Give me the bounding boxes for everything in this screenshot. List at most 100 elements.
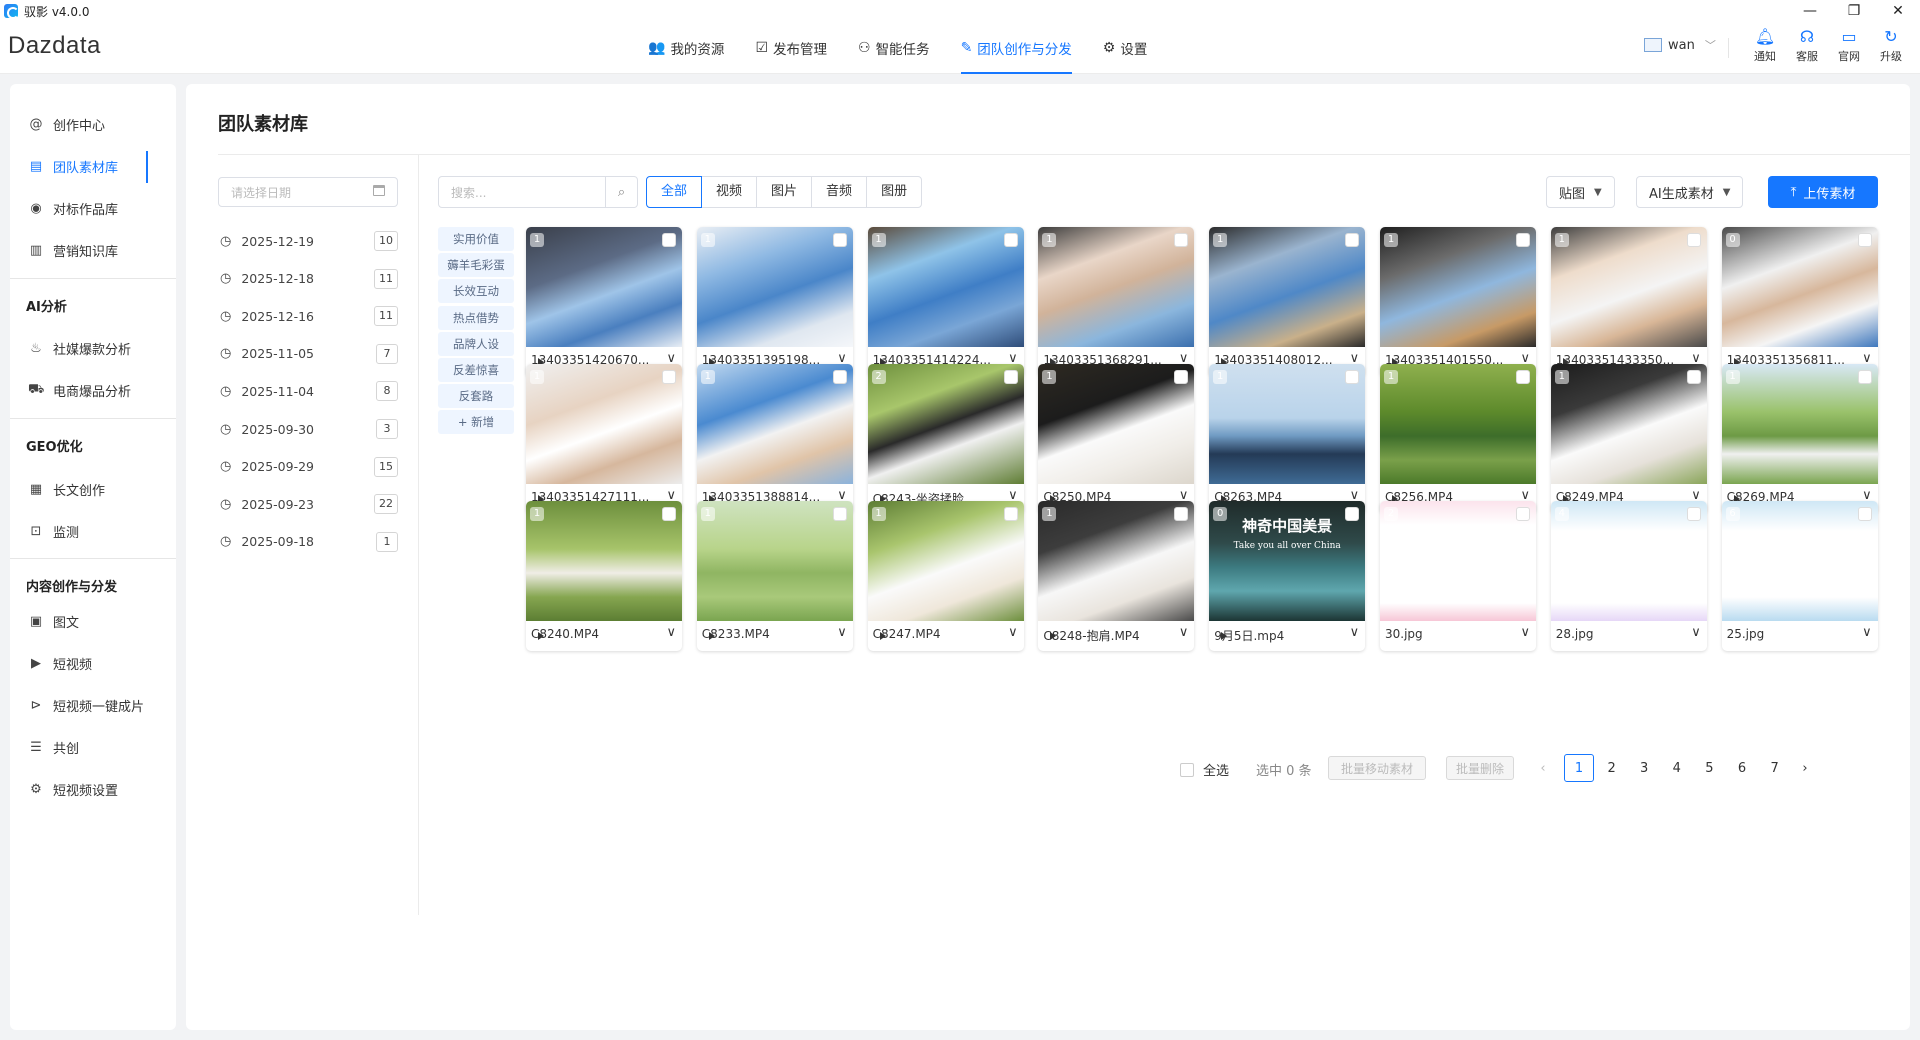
tag-chip[interactable]: 实用价值 <box>438 227 514 251</box>
add-tag-button[interactable]: + 新增 <box>438 410 514 435</box>
card-checkbox[interactable] <box>1686 233 1701 247</box>
tag-chip[interactable]: 薅羊毛彩蛋 <box>438 253 514 278</box>
chevron-down-icon[interactable]: ∨ <box>1862 625 1872 640</box>
sidebar-item-longform[interactable]: ▦ 长文创作 <box>10 472 176 506</box>
sidebar-item-short-video[interactable]: ▶ 短视频 <box>10 646 176 680</box>
card-checkbox[interactable] <box>1857 369 1872 384</box>
chevron-down-icon[interactable]: ∨ <box>1350 625 1360 640</box>
material-card[interactable]: 1 C8249.MP4 ∨ <box>1550 363 1707 514</box>
material-card[interactable]: 1 13403351427111... ∨ <box>526 363 682 514</box>
tag-chip[interactable]: 长效互动 <box>438 279 514 304</box>
page-number[interactable]: 6 <box>1727 754 1757 782</box>
tab-album[interactable]: 图册 <box>866 176 923 208</box>
card-checkbox[interactable] <box>1345 233 1360 247</box>
material-card[interactable]: 1 13403351414224... ∨ <box>867 227 1024 377</box>
sidebar-item-video-auto[interactable]: ⊳ 短视频一键成片 <box>10 688 176 722</box>
material-card[interactable]: 1 C8247.MP4 ∨ <box>867 500 1024 651</box>
card-checkbox[interactable] <box>1686 369 1701 384</box>
card-checkbox[interactable] <box>1857 506 1872 521</box>
sidebar-item-marketing-kb[interactable]: ▥ 营销知识库 <box>10 233 176 267</box>
material-card[interactable]: 1 13403351433350... ∨ <box>1550 227 1707 377</box>
material-card[interactable]: 2 30.jpg ∨ <box>1380 500 1536 651</box>
date-picker[interactable]: 请选择日期 <box>218 177 398 207</box>
batch-delete-button[interactable]: 批量删除 <box>1446 756 1514 780</box>
sidebar-item-image-text[interactable]: ▣ 图文 <box>10 604 176 638</box>
card-checkbox[interactable] <box>832 233 847 247</box>
date-filter-item[interactable]: ◷ 2025-09-30 3 <box>220 417 398 441</box>
tab-audio[interactable]: 音频 <box>811 176 868 208</box>
page-number[interactable]: 5 <box>1694 754 1724 782</box>
select-all-checkbox[interactable]: 全选 <box>1180 760 1229 779</box>
chevron-down-icon[interactable]: ∨ <box>1179 625 1189 640</box>
nav-team-create[interactable]: ✎ 团队创作与分发 <box>960 22 1073 74</box>
sidebar-item-monitor[interactable]: ⊡ 监测 <box>10 514 176 548</box>
card-checkbox[interactable] <box>832 369 847 384</box>
material-card[interactable]: 6 25.jpg ∨ <box>1721 500 1878 651</box>
chevron-down-icon[interactable]: ∨ <box>666 625 676 640</box>
tag-chip[interactable]: 反差惊喜 <box>438 358 514 382</box>
maximize-button[interactable]: ❐ <box>1832 0 1876 22</box>
support-button[interactable]: ☊ 客服 <box>1786 27 1828 64</box>
material-card[interactable]: 1 C8269.MP4 ∨ <box>1721 363 1878 514</box>
card-checkbox[interactable] <box>1345 369 1360 384</box>
date-filter-item[interactable]: ◷ 2025-12-16 11 <box>220 304 398 328</box>
date-filter-item[interactable]: ◷ 2025-11-04 8 <box>220 379 398 403</box>
material-card[interactable]: 1 C8256.MP4 ∨ <box>1380 363 1536 514</box>
upload-button[interactable]: ⤒ 上传素材 <box>1768 176 1878 208</box>
website-button[interactable]: ▭ 官网 <box>1828 27 1870 64</box>
date-filter-item[interactable]: ◷ 2025-09-18 1 <box>220 530 398 554</box>
card-checkbox[interactable] <box>1857 233 1872 247</box>
notify-button[interactable]: 🔔︎ 通知 <box>1744 27 1786 64</box>
page-number[interactable]: 7 <box>1760 754 1790 782</box>
date-filter-item[interactable]: ◷ 2025-09-29 15 <box>220 455 398 479</box>
sticker-dropdown[interactable]: 贴图 ▼ <box>1546 176 1615 208</box>
page-number[interactable]: 1 <box>1564 754 1594 782</box>
search-input[interactable]: 搜索... ⌕ <box>438 176 638 208</box>
card-checkbox[interactable] <box>1516 506 1530 521</box>
search-icon[interactable]: ⌕ <box>605 177 637 207</box>
card-checkbox[interactable] <box>1345 506 1360 521</box>
material-card[interactable]: 1 13403351401550... ∨ <box>1380 227 1536 377</box>
material-card[interactable]: 1 C8248-抱肩.MP4 ∨ <box>1038 500 1195 651</box>
material-card[interactable]: 4 28.jpg ∨ <box>1550 500 1707 651</box>
card-checkbox[interactable] <box>832 506 847 521</box>
sidebar-item-team-library[interactable]: ▤ 团队素材库 <box>10 149 176 183</box>
ai-material-dropdown[interactable]: AI生成素材 ▼ <box>1636 176 1744 208</box>
card-checkbox[interactable] <box>1003 369 1018 384</box>
page-number[interactable]: 2 <box>1597 754 1627 782</box>
sidebar-item-create-center[interactable]: @ 创作中心 <box>10 107 176 141</box>
material-card[interactable]: 1 C8250.MP4 ∨ <box>1038 363 1195 514</box>
chevron-down-icon[interactable]: ∨ <box>1691 625 1701 640</box>
chevron-down-icon[interactable]: ∨ <box>1008 625 1018 640</box>
card-checkbox[interactable] <box>1174 233 1189 247</box>
date-filter-item[interactable]: ◷ 2025-11-05 7 <box>220 342 398 366</box>
card-checkbox[interactable] <box>662 506 676 521</box>
tag-chip[interactable]: 品牌人设 <box>438 331 514 356</box>
tab-video[interactable]: 视频 <box>701 176 758 208</box>
page-number[interactable]: 3 <box>1629 754 1659 782</box>
material-card[interactable]: 1 13403351388814... ∨ <box>696 363 853 514</box>
date-filter-item[interactable]: ◷ 2025-12-19 10 <box>220 229 398 253</box>
sidebar-item-ecom-analysis[interactable]: ⛟ 电商爆品分析 <box>10 373 176 407</box>
card-checkbox[interactable] <box>1174 506 1189 521</box>
date-filter-item[interactable]: ◷ 2025-12-18 11 <box>220 267 398 291</box>
card-checkbox[interactable] <box>662 369 676 384</box>
tag-chip[interactable]: 反套路 <box>438 384 514 409</box>
card-checkbox[interactable] <box>1174 369 1189 384</box>
material-card[interactable]: 1 13403351368291... ∨ <box>1038 227 1195 377</box>
page-number[interactable]: 4 <box>1662 754 1692 782</box>
chevron-down-icon[interactable]: ∨ <box>837 625 847 640</box>
minimize-button[interactable]: — <box>1788 0 1832 22</box>
close-button[interactable]: ✕ <box>1876 0 1920 22</box>
card-checkbox[interactable] <box>1003 233 1018 247</box>
batch-move-button[interactable]: 批量移动素材 <box>1328 756 1426 780</box>
chevron-down-icon[interactable]: ∨ <box>1520 625 1530 640</box>
card-checkbox[interactable] <box>1516 369 1530 384</box>
next-page-icon[interactable]: › <box>1790 754 1820 782</box>
sidebar-item-social-analysis[interactable]: ♨ 社媒爆款分析 <box>10 331 176 365</box>
material-card[interactable]: 1 13403351420670... ∨ <box>526 227 682 377</box>
sidebar-item-video-settings[interactable]: ⚙ 短视频设置 <box>10 772 176 806</box>
material-card[interactable]: 2 C8243-坐姿揉脸... ∨ <box>867 363 1024 514</box>
tab-image[interactable]: 图片 <box>756 176 813 208</box>
material-card[interactable]: 1 C8263.MP4 ∨ <box>1209 363 1366 514</box>
